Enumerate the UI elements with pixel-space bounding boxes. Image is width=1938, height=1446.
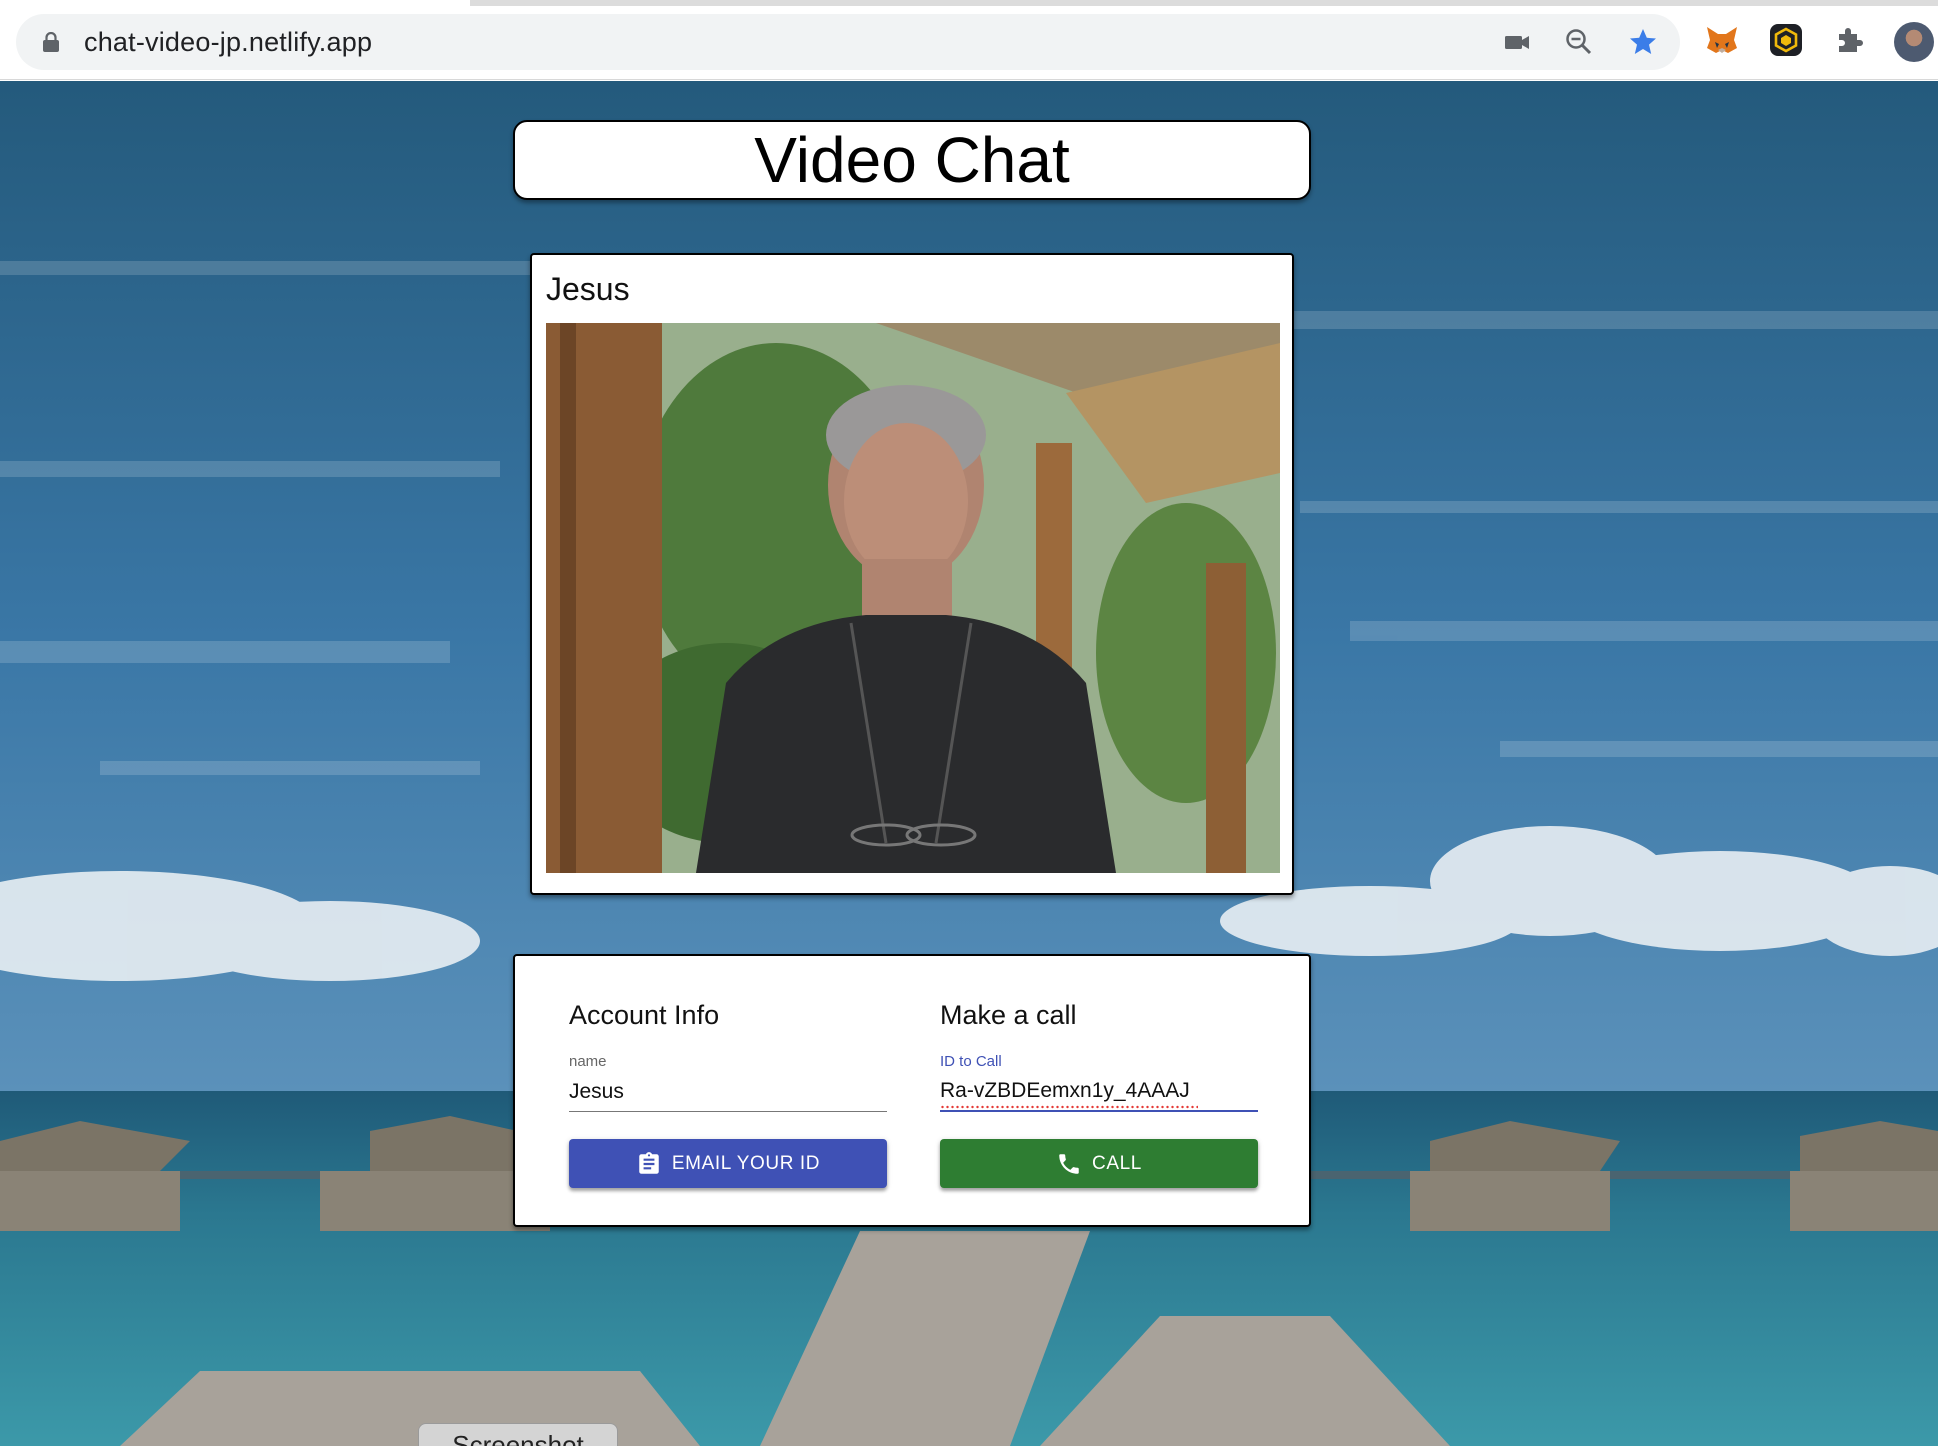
url-text[interactable]: chat-video-jp.netlify.app — [84, 27, 372, 58]
video-card: Jesus — [530, 253, 1294, 895]
phone-icon — [1059, 1153, 1079, 1174]
name-field[interactable] — [569, 1074, 887, 1112]
id-to-call-label: ID to Call — [940, 1053, 1002, 1070]
screenshot-button[interactable]: Screenshot — [418, 1423, 618, 1446]
binance-wallet-icon[interactable] — [1768, 22, 1804, 58]
spellcheck-underline — [940, 1105, 1198, 1109]
profile-avatar[interactable] — [1894, 22, 1934, 62]
make-a-call-panel: Make a call ID to Call CALL — [940, 956, 1258, 1225]
account-info-heading: Account Info — [569, 1000, 720, 1030]
clipboard-icon — [639, 1151, 659, 1174]
title-card: Video Chat — [513, 120, 1311, 200]
account-info-panel: Account Info name EMAIL YOUR ID — [569, 956, 887, 1225]
lock-icon[interactable] — [42, 32, 60, 52]
name-field-label: name — [569, 1053, 607, 1070]
page-title: Video Chat — [754, 124, 1070, 196]
address-bar[interactable]: chat-video-jp.netlify.app — [16, 14, 1680, 70]
video-caller-name: Jesus — [546, 271, 630, 307]
tab-strip-edge — [470, 0, 1938, 6]
email-your-id-label: EMAIL YOUR ID — [671, 1152, 821, 1174]
video-stream — [546, 323, 1280, 873]
video-feed-image — [546, 323, 1280, 873]
email-your-id-button[interactable]: EMAIL YOUR ID — [569, 1139, 887, 1188]
controls-card: Account Info name EMAIL YOUR ID Make a c… — [513, 954, 1311, 1227]
page-viewport: Video Chat Jesus Account Info name Jesus… — [0, 81, 1938, 1446]
browser-toolbar: chat-video-jp.netlify.app — [0, 0, 1938, 80]
video-camera-icon[interactable] — [1502, 27, 1532, 57]
extensions-puzzle-icon[interactable] — [1832, 22, 1868, 58]
zoom-out-icon[interactable] — [1564, 27, 1594, 57]
metamask-fox-icon[interactable] — [1704, 22, 1740, 58]
make-a-call-heading: Make a call — [940, 1000, 1077, 1030]
bookmark-star-icon[interactable] — [1628, 27, 1658, 57]
call-button[interactable]: CALL — [940, 1139, 1258, 1188]
call-label: CALL — [1092, 1152, 1142, 1174]
